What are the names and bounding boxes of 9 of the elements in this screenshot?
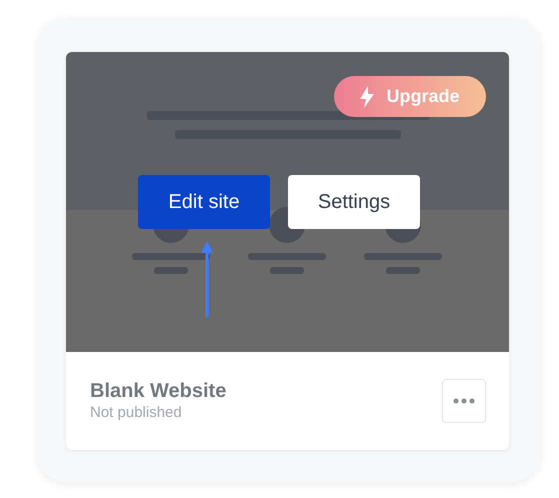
site-title: Blank Website [90, 379, 226, 403]
upgrade-label: Upgrade [386, 85, 460, 108]
lightning-icon [360, 86, 374, 108]
more-icon [453, 398, 475, 404]
edit-site-button[interactable]: Edit site [138, 175, 270, 229]
more-options-button[interactable] [442, 379, 486, 423]
arrow-icon [200, 239, 214, 317]
site-status: Not published [90, 403, 183, 423]
settings-button[interactable]: Settings [288, 175, 420, 229]
